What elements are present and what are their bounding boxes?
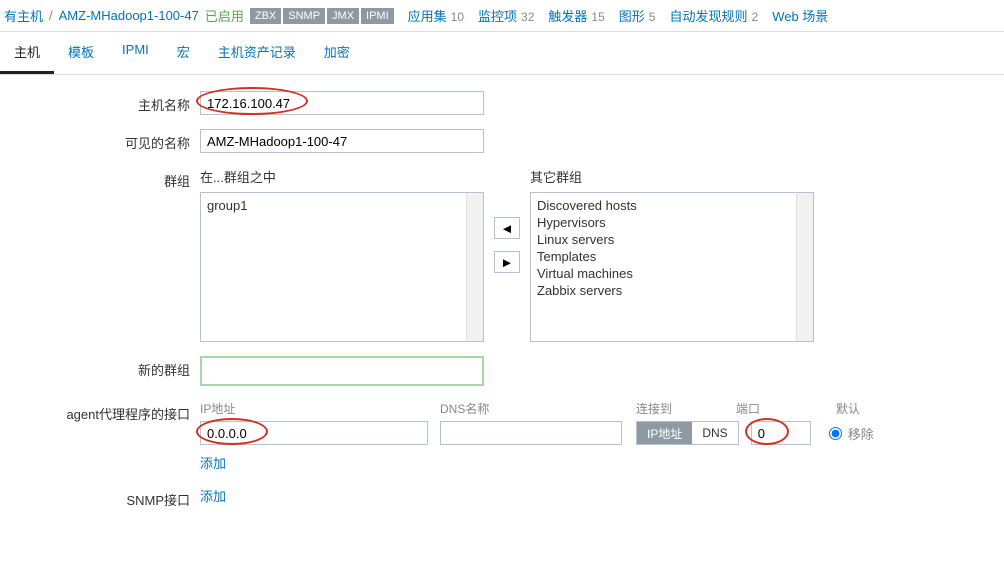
connect-segment: IP地址 DNS: [636, 421, 739, 445]
nav-discovery-count: 2: [752, 10, 759, 24]
proto-badges: ZBX SNMP JMX IPMI: [250, 8, 394, 24]
other-groups-listbox[interactable]: Discovered hosts Hypervisors Linux serve…: [530, 192, 814, 342]
nav-triggers[interactable]: 触发器: [548, 6, 587, 25]
snmp-badge: SNMP: [283, 8, 325, 24]
zbx-badge: ZBX: [250, 8, 281, 24]
iface-head-connect: 连接到: [636, 400, 736, 417]
iface-remove-link[interactable]: 移除: [848, 424, 874, 443]
breadcrumb-sep: /: [49, 8, 53, 23]
snmp-add-link[interactable]: 添加: [200, 486, 226, 505]
agent-iface-label: agent代理程序的接口: [0, 400, 200, 423]
tab-host[interactable]: 主机: [0, 32, 54, 74]
nav-apps-count: 10: [451, 10, 464, 24]
other-groups-label: 其它群组: [530, 167, 814, 186]
header-navlinks: 应用集 10 监控项 32 触发器 15 图形 5 自动发现规则 2 Web 场景: [408, 6, 829, 25]
in-groups-label: 在...群组之中: [200, 167, 484, 186]
iface-add-link[interactable]: 添加: [200, 445, 226, 472]
list-item[interactable]: Discovered hosts: [537, 197, 807, 214]
iface-head-dns: DNS名称: [440, 400, 636, 417]
list-item[interactable]: Hypervisors: [537, 214, 807, 231]
snmp-iface-label: SNMP接口: [0, 486, 200, 509]
nav-graphs-count: 5: [649, 10, 656, 24]
move-right-button[interactable]: ►: [494, 251, 520, 273]
nav-triggers-count: 15: [591, 10, 604, 24]
list-item[interactable]: Zabbix servers: [537, 282, 807, 299]
page-header: 有主机 / AMZ-MHadoop1-100-47 已启用 ZBX SNMP J…: [0, 0, 1004, 32]
all-hosts-link[interactable]: 有主机: [4, 6, 43, 25]
iface-head-default: 默认: [836, 400, 896, 417]
ipmi-badge: IPMI: [361, 8, 394, 24]
iface-head-ip: IP地址: [200, 400, 440, 417]
nav-graphs[interactable]: 图形: [619, 6, 645, 25]
host-name-link[interactable]: AMZ-MHadoop1-100-47: [59, 8, 199, 23]
scrollbar-icon[interactable]: [466, 193, 483, 341]
host-form: 主机名称 可见的名称 群组 在...群组之中 group1: [0, 75, 1004, 563]
status-badge: 已启用: [205, 6, 244, 25]
iface-headers: IP地址 DNS名称 连接到 端口 默认: [200, 400, 1004, 417]
tabs: 主机 模板 IPMI 宏 主机资产记录 加密: [0, 32, 1004, 75]
iface-ip-input[interactable]: [200, 421, 428, 445]
list-item[interactable]: Linux servers: [537, 231, 807, 248]
iface-dns-input[interactable]: [440, 421, 622, 445]
nav-discovery[interactable]: 自动发现规则: [669, 6, 747, 25]
nav-apps[interactable]: 应用集: [408, 6, 447, 25]
list-item[interactable]: Templates: [537, 248, 807, 265]
new-group-input[interactable]: [200, 356, 484, 386]
hostname-input[interactable]: [200, 91, 484, 115]
iface-row: IP地址 DNS 移除: [200, 421, 1004, 445]
tab-inventory[interactable]: 主机资产记录: [204, 32, 310, 74]
scrollbar-icon[interactable]: [796, 193, 813, 341]
in-groups-listbox[interactable]: group1: [200, 192, 484, 342]
connect-dns-button[interactable]: DNS: [692, 422, 737, 444]
visible-name-input[interactable]: [200, 129, 484, 153]
tab-ipmi[interactable]: IPMI: [108, 32, 163, 74]
iface-port-input[interactable]: [751, 421, 811, 445]
jmx-badge: JMX: [327, 8, 359, 24]
nav-items-count: 32: [521, 10, 534, 24]
connect-ip-button[interactable]: IP地址: [637, 422, 692, 444]
nav-web[interactable]: Web 场景: [772, 6, 828, 25]
list-item[interactable]: Virtual machines: [537, 265, 807, 282]
new-group-label: 新的群组: [0, 356, 200, 379]
visible-name-label: 可见的名称: [0, 129, 200, 152]
hostname-label: 主机名称: [0, 91, 200, 114]
move-left-button[interactable]: ◄: [494, 217, 520, 239]
iface-default-radio[interactable]: [829, 427, 842, 440]
nav-items[interactable]: 监控项: [478, 6, 517, 25]
list-item[interactable]: group1: [207, 197, 477, 214]
groups-label: 群组: [0, 167, 200, 190]
iface-head-port: 端口: [736, 400, 836, 417]
tab-macros[interactable]: 宏: [163, 32, 204, 74]
tab-templates[interactable]: 模板: [54, 32, 108, 74]
tab-encrypt[interactable]: 加密: [310, 32, 364, 74]
